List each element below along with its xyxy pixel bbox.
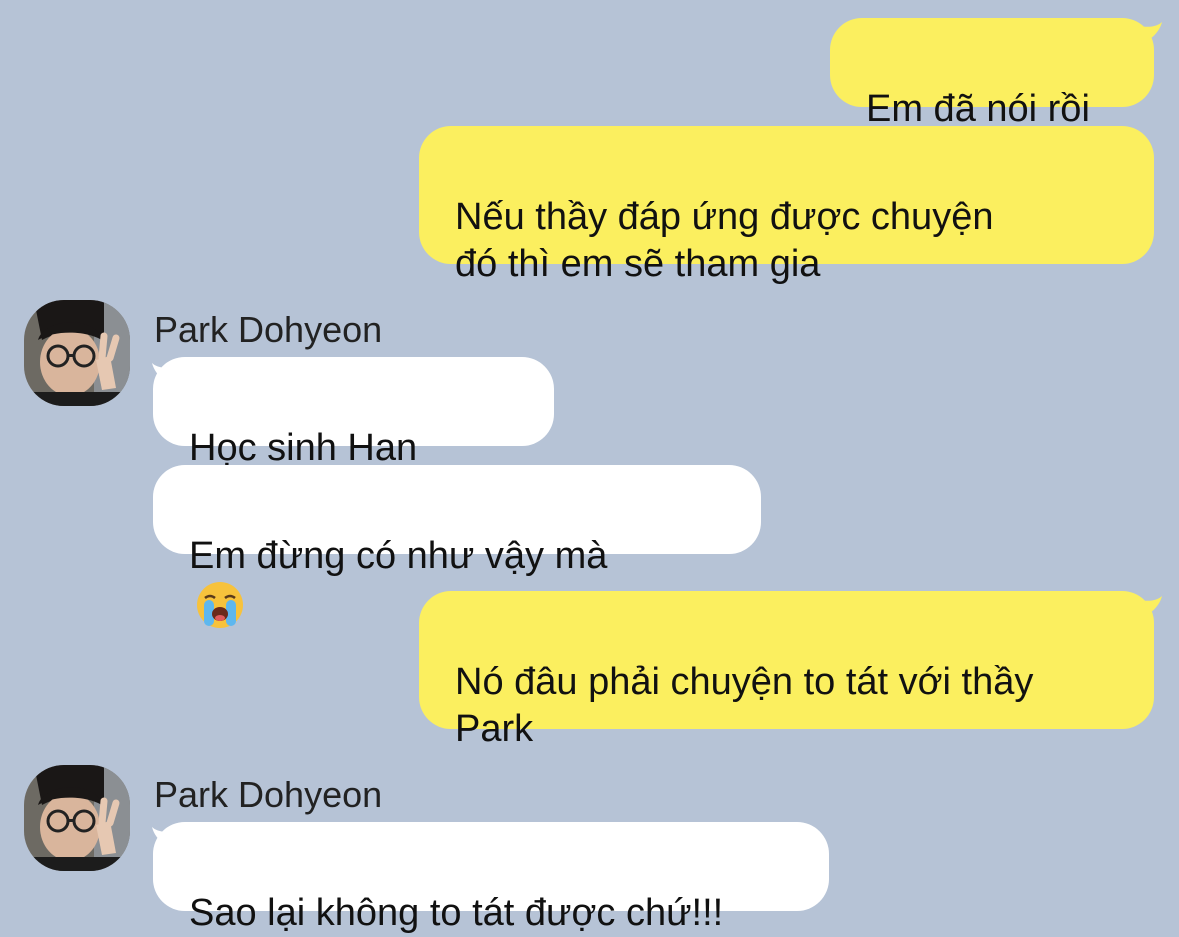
loudly-crying-face-icon [197,582,243,628]
message-text: Em đừng có như vậy mà [189,535,608,577]
sender-name: Park Dohyeon [154,774,383,815]
profile-photo-icon [24,300,130,406]
sent-message-bubble[interactable]: Em đã nói rồi [830,18,1154,130]
profile-photo-icon [24,765,130,871]
sent-message-bubble[interactable]: Nếu thầy đáp ứng được chuyện đó thì em s… [419,126,1154,285]
message-text: Nếu thầy đáp ứng được chuyện đó thì em s… [455,196,994,285]
received-message-bubble[interactable]: Học sinh Han [153,357,554,520]
message-text: Sao lại không to tát được chứ!!! [189,892,724,934]
sender-name: Park Dohyeon [154,309,383,350]
sent-message-bubble[interactable]: Nó đâu phải chuyện to tát với thầy Park [419,591,1154,750]
received-message-bubble[interactable]: Em đừng có như vậy mà [153,465,761,628]
message-text: Học sinh Han [189,427,418,469]
avatar[interactable] [24,765,130,871]
avatar[interactable] [24,300,130,406]
received-message-bubble[interactable]: Sao lại không to tát được chứ!!! [153,822,829,934]
message-text: Nó đâu phải chuyện to tát với thầy Park [455,661,1034,750]
bubble-tail [1140,22,1162,44]
message-text: Em đã nói rồi [866,88,1090,130]
